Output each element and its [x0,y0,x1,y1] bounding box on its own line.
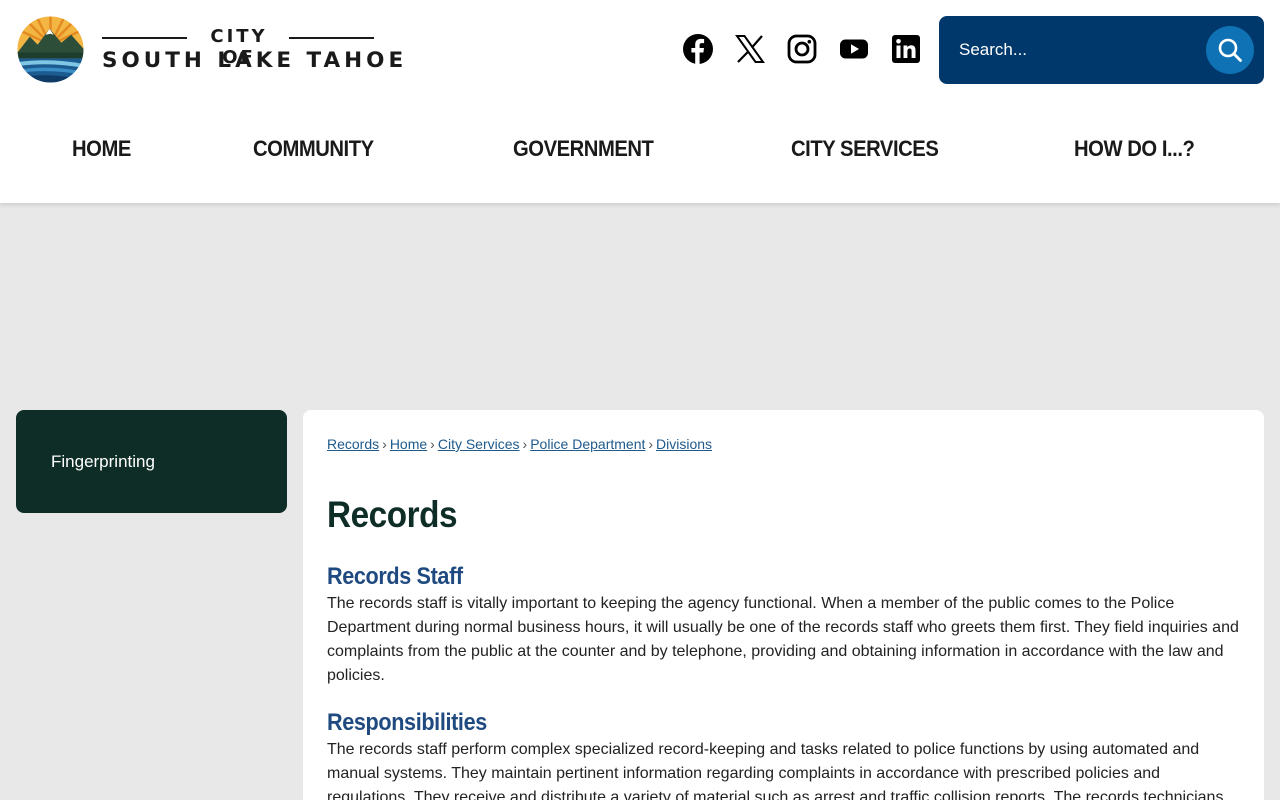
linkedin-link[interactable] [889,32,923,66]
breadcrumb-separator: › [522,436,528,452]
nav-community[interactable]: COMMUNITY [253,136,374,166]
breadcrumb: Records › Home › City Services › Police Depart… [327,436,712,452]
nav-home[interactable]: HOME [72,136,131,166]
site-header: CITY OF SOUTH LAKE TAHOE Search... HOME … [0,0,1280,203]
nav-city-services[interactable]: CITY SERVICES [791,136,939,166]
main-content: Records › Home › City Services › Police Depart… [303,410,1264,800]
logo-wordmark: CITY OF SOUTH LAKE TAHOE [102,26,408,73]
logo-rule-right [289,37,374,39]
nav-how-do-i[interactable]: HOW DO I...? [1074,136,1195,166]
section-heading-responsibilities: Responsibilities [327,709,487,736]
lake-tahoe-emblem-icon [16,15,85,84]
section-text-responsibilities: The records staff perform complex specia… [327,741,1224,800]
breadcrumb-separator: › [382,436,387,452]
breadcrumb-separator: › [430,436,435,452]
logo-rule-left [102,37,187,39]
nav-government[interactable]: GOVERNMENT [513,136,654,166]
page-title: Records [327,494,458,535]
facebook-icon [683,34,713,65]
breadcrumb-divisions[interactable]: Divisions [656,436,712,452]
site-logo[interactable]: CITY OF SOUTH LAKE TAHOE [16,15,408,85]
breadcrumb-home[interactable]: Home [390,436,427,452]
section-text-records-staff: The records staff is vitally important t… [327,595,1239,684]
logo-city-name: SOUTH LAKE TAHOE [102,48,408,73]
breadcrumb-police-department[interactable]: Police Department [530,436,645,452]
instagram-link[interactable] [785,32,819,66]
sidebar-menu: Fingerprinting [16,410,287,513]
search-input[interactable] [951,30,1201,70]
breadcrumb-separator: › [648,436,654,452]
x-icon [735,35,765,63]
linkedin-icon [892,35,920,63]
breadcrumb-records[interactable]: Records [327,436,379,452]
youtube-icon [840,39,868,59]
instagram-icon [787,34,817,64]
section-heading-records-staff: Records Staff [327,563,463,590]
youtube-link[interactable] [837,32,871,66]
search-button[interactable] [1206,26,1254,74]
facebook-link[interactable] [681,32,715,66]
breadcrumb-city-services[interactable]: City Services [438,436,520,452]
search-bar [939,16,1264,84]
logo-city-row: CITY OF [102,26,374,68]
main-navigation: HOME COMMUNITY GOVERNMENT CITY SERVICES … [0,136,1280,166]
search-icon [1218,38,1242,62]
sidebar-item-fingerprinting[interactable]: Fingerprinting [51,452,155,472]
x-link[interactable] [733,32,767,66]
